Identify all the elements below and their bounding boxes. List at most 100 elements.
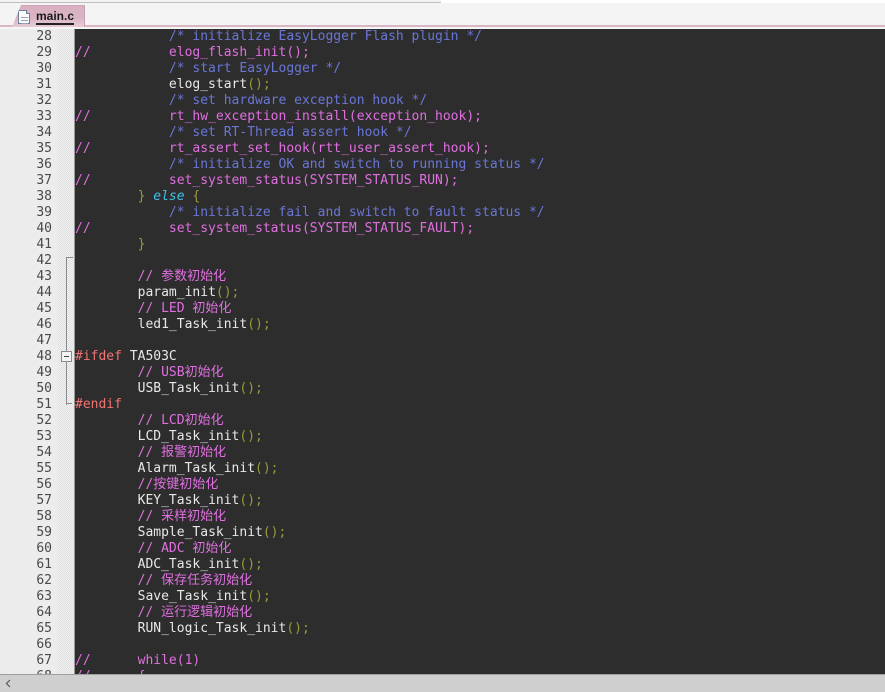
document-icon — [18, 9, 30, 24]
code-editor[interactable]: 28 29 30 31 32 33 34 35 36 37 38 39 40 41 42 43 44 45 46 47… — [0, 29, 885, 674]
code-line[interactable]: // set_system_status(SYSTEM_STATUS_FAULT… — [75, 221, 885, 237]
line-number: 33 — [36, 109, 52, 124]
scroll-left-icon[interactable] — [0, 675, 17, 692]
code-token: set_system_status(SYSTEM_STATUS_FAULT); — [90, 221, 475, 236]
code-line[interactable]: // 采样初始化 — [75, 509, 885, 525]
code-line[interactable]: USB_Task_init(); — [75, 381, 885, 397]
code-line[interactable]: //按键初始化 — [75, 477, 885, 493]
line-number: 60 — [36, 541, 52, 556]
code-token: /* initialize OK and switch to running s… — [168, 157, 545, 172]
code-line[interactable]: ADC_Task_init(); — [75, 557, 885, 573]
code-line[interactable]: // elog_flash_init(); — [75, 45, 885, 61]
code-token: Sample_Task_init — [137, 525, 263, 540]
code-line[interactable]: Save_Task_init(); — [75, 589, 885, 605]
line-number: 48 — [36, 349, 52, 364]
code-line[interactable]: } — [75, 237, 885, 253]
fold-toggle-48[interactable] — [61, 351, 72, 362]
code-token: led1_Task_init — [137, 317, 248, 332]
code-line[interactable]: // ADC 初始化 — [75, 541, 885, 557]
code-line[interactable]: elog_start(); — [75, 77, 885, 93]
code-token: // USB初始化 — [137, 365, 224, 380]
code-line[interactable]: /* set RT-Thread assert hook */ — [75, 125, 885, 141]
code-line[interactable]: /* start EasyLogger */ — [75, 61, 885, 77]
code-line[interactable] — [75, 253, 885, 269]
code-token: { — [184, 189, 201, 204]
line-number: 30 — [36, 61, 52, 76]
line-number: 45 — [36, 301, 52, 316]
tab-main-c[interactable]: main.c — [12, 5, 86, 27]
line-number: 44 — [36, 285, 52, 300]
line-number: 55 — [36, 461, 52, 476]
line-number: 57 — [36, 493, 52, 508]
code-token: /* set RT-Thread assert hook */ — [168, 125, 412, 140]
code-token: /* start EasyLogger */ — [168, 61, 342, 76]
code-line[interactable]: /* initialize OK and switch to running s… — [75, 157, 885, 173]
code-token: // 保存任务初始化 — [137, 573, 253, 588]
code-line[interactable]: // LCD初始化 — [75, 413, 885, 429]
code-line[interactable]: // 报警初始化 — [75, 445, 885, 461]
code-token: //按键初始化 — [137, 477, 219, 492]
code-token: #endif — [75, 397, 122, 412]
code-line[interactable]: // 参数初始化 — [75, 269, 885, 285]
code-line[interactable]: Alarm_Task_init(); — [75, 461, 885, 477]
code-content-area[interactable]: /* initialize EasyLogger Flash plugin */… — [75, 29, 885, 674]
code-line[interactable]: // rt_assert_set_hook(rtt_user_assert_ho… — [75, 141, 885, 157]
code-token: rt_hw_exception_install(exception_hook); — [90, 109, 482, 124]
line-number: 61 — [36, 557, 52, 572]
code-line[interactable]: // 保存任务初始化 — [75, 573, 885, 589]
code-line[interactable]: LCD_Task_init(); — [75, 429, 885, 445]
code-token: else — [153, 189, 185, 204]
code-line[interactable]: // USB初始化 — [75, 365, 885, 381]
code-line[interactable]: // while(1) — [75, 653, 885, 669]
code-line[interactable]: /* initialize fail and switch to fault s… — [75, 205, 885, 221]
code-line[interactable]: #endif — [75, 397, 885, 413]
fold-guide-tick — [66, 257, 73, 258]
code-token: KEY_Task_init — [137, 493, 240, 508]
code-line[interactable]: Sample_Task_init(); — [75, 525, 885, 541]
code-token: } — [137, 237, 146, 252]
code-token: elog_start — [168, 77, 248, 92]
line-number: 46 — [36, 317, 52, 332]
code-token: // — [75, 109, 91, 124]
code-token: // LCD初始化 — [137, 413, 224, 428]
code-token: (); — [286, 621, 310, 636]
code-line[interactable]: param_init(); — [75, 285, 885, 301]
code-line[interactable]: // LED 初始化 — [75, 301, 885, 317]
line-number: 39 — [36, 205, 52, 220]
code-token: (); — [239, 493, 263, 508]
code-line[interactable]: /* initialize EasyLogger Flash plugin */ — [75, 29, 885, 45]
code-line[interactable] — [75, 333, 885, 349]
code-token: // 参数初始化 — [137, 269, 227, 284]
code-token: // 运行逻辑初始化 — [137, 605, 253, 620]
line-number: 59 — [36, 525, 52, 540]
code-line[interactable]: // rt_hw_exception_install(exception_hoo… — [75, 109, 885, 125]
code-line[interactable]: RUN_logic_Task_init(); — [75, 621, 885, 637]
code-line[interactable]: } else { — [75, 189, 885, 205]
code-line[interactable] — [75, 637, 885, 653]
code-folding-column[interactable] — [58, 29, 75, 674]
code-line[interactable]: /* set hardware exception hook */ — [75, 93, 885, 109]
line-number: 41 — [36, 237, 52, 252]
code-line[interactable]: #ifdef TA503C — [75, 349, 885, 365]
code-line[interactable]: led1_Task_init(); — [75, 317, 885, 333]
scrollbar-track[interactable] — [17, 675, 885, 692]
code-line[interactable]: // 运行逻辑初始化 — [75, 605, 885, 621]
line-number: 34 — [36, 125, 52, 140]
code-line[interactable]: // set_system_status(SYSTEM_STATUS_RUN); — [75, 173, 885, 189]
code-line[interactable]: KEY_Task_init(); — [75, 493, 885, 509]
code-token: set_system_status(SYSTEM_STATUS_RUN); — [90, 173, 459, 188]
line-number: 43 — [36, 269, 52, 284]
horizontal-scrollbar[interactable] — [0, 674, 885, 692]
